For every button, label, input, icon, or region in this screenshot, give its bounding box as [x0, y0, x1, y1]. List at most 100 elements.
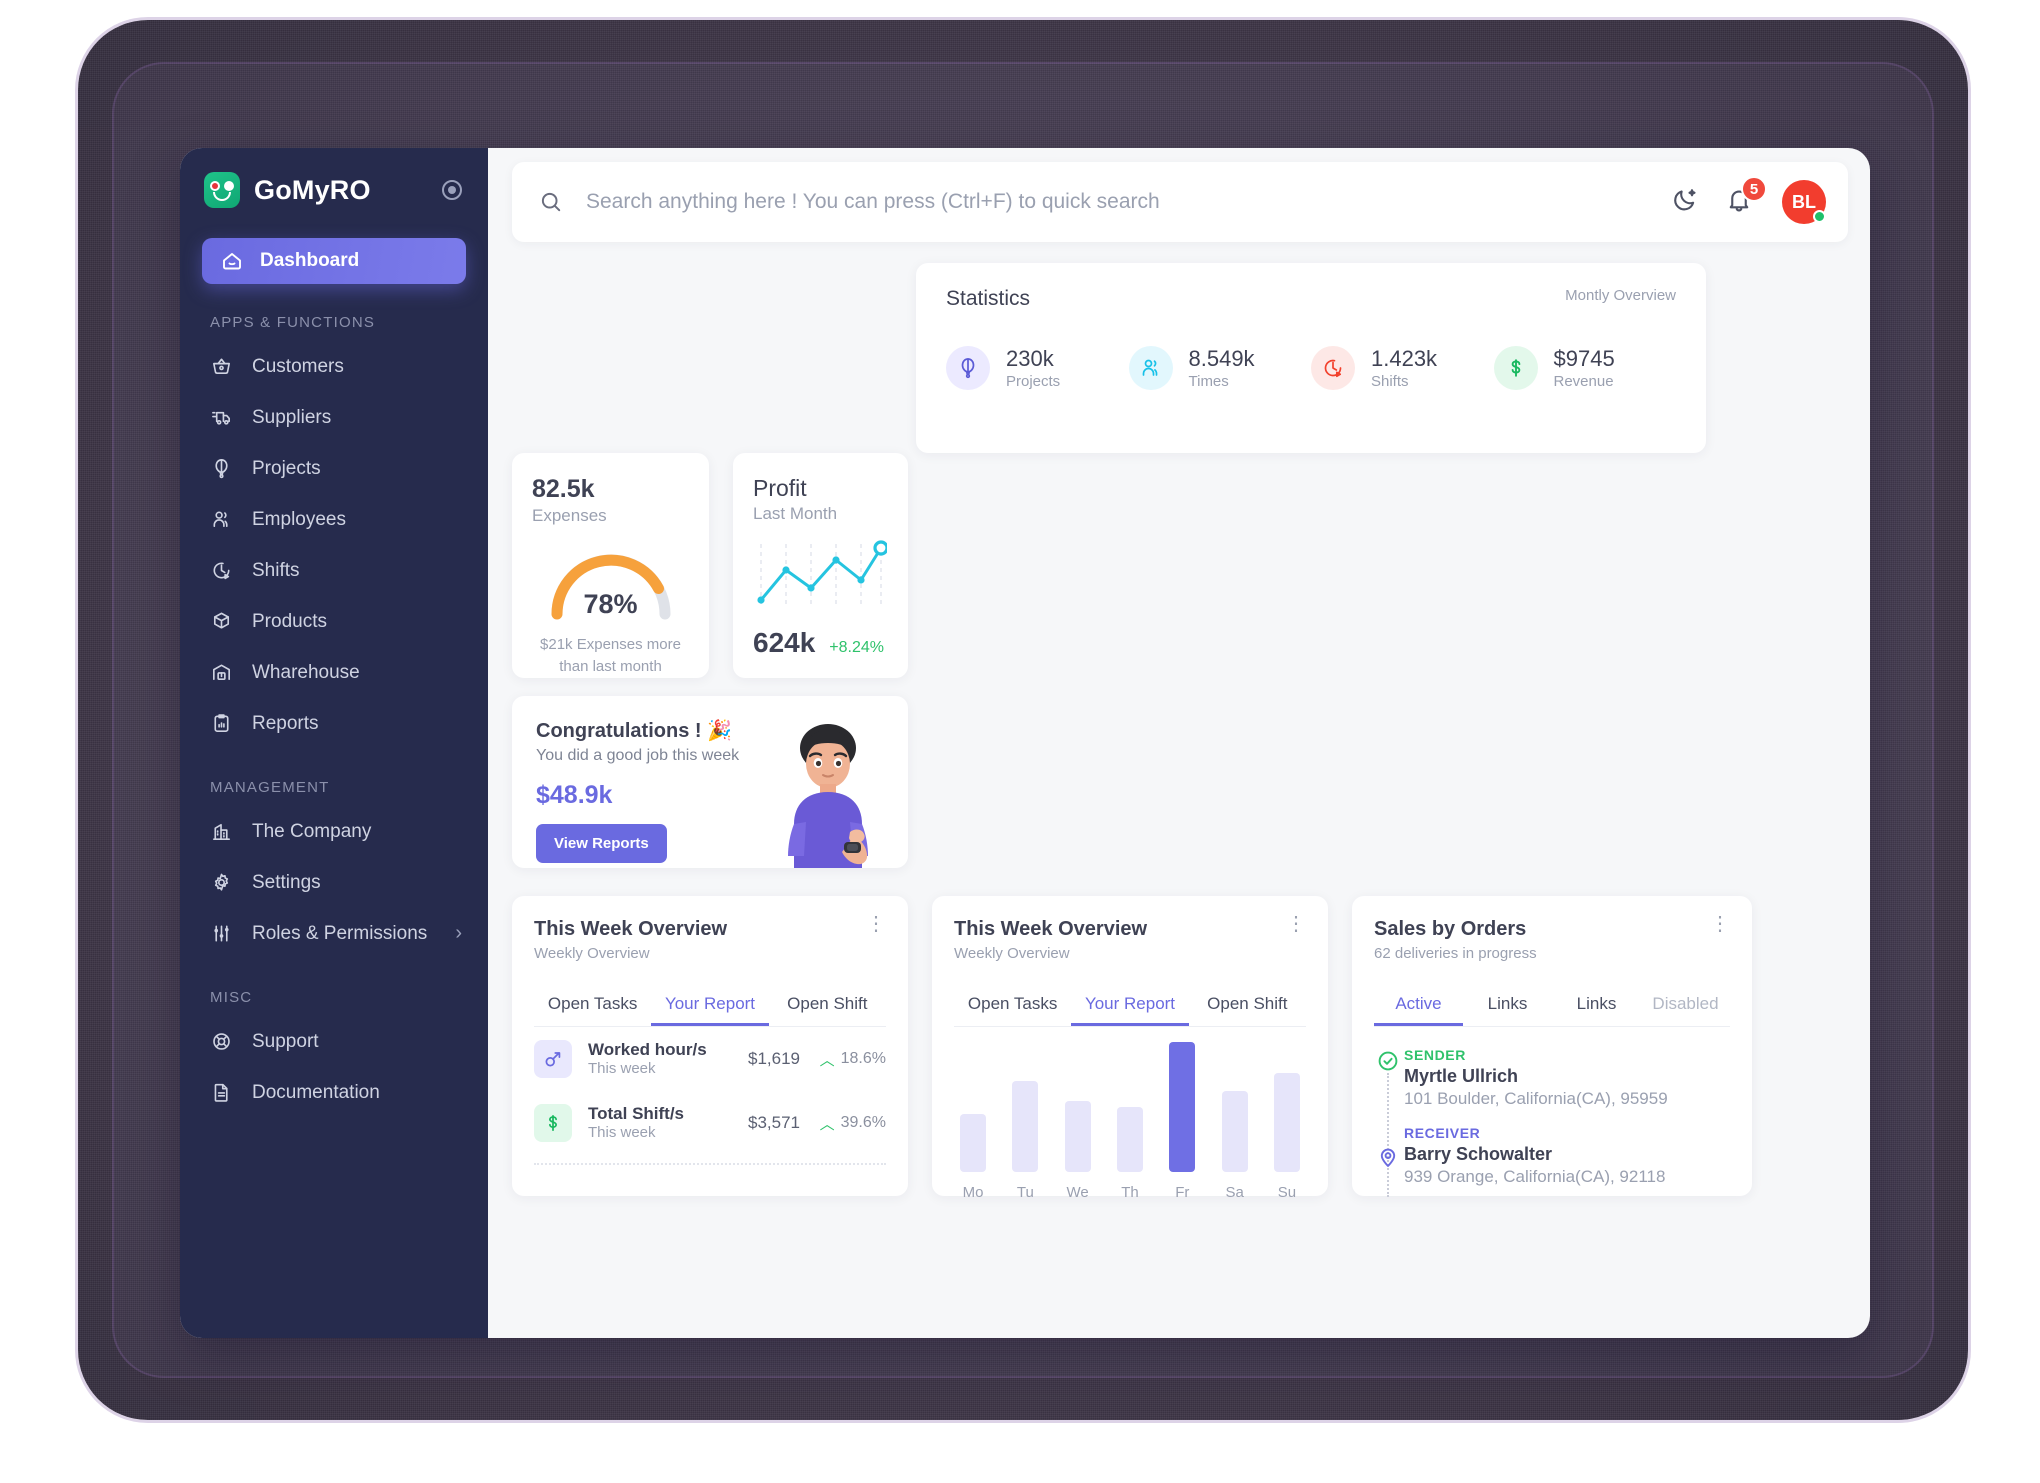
bar-column-su: Su	[1273, 1073, 1300, 1201]
warehouse-icon	[210, 661, 236, 684]
logo-eye-right	[224, 181, 234, 191]
sales-tabs: Active Links Links Disabled	[1374, 984, 1730, 1027]
dollar-icon	[534, 1104, 572, 1142]
expenses-card: 82.5k Expenses 78% $21k Expenses more th…	[512, 453, 709, 678]
shipment-receiver: RECEIVER Barry Schowalter 939 Orange, Ca…	[1404, 1125, 1730, 1187]
tab-open-tasks[interactable]: Open Tasks	[534, 984, 651, 1026]
bar-tu[interactable]	[1012, 1081, 1039, 1172]
sidebar-item-documentation-label: Documentation	[252, 1081, 380, 1103]
tab-your-report[interactable]: Your Report	[1071, 984, 1188, 1026]
stat-shifts-value: 1.423k	[1371, 346, 1438, 371]
profit-sparkline	[753, 538, 889, 615]
list-item: Total Shift/s This week $3,571 ︿ 39.6%	[534, 1091, 886, 1155]
sidebar-item-documentation[interactable]: Documentation	[180, 1067, 488, 1118]
chevron-right-icon: ›	[455, 922, 462, 944]
list-item-trend: ︿ 39.6%	[800, 1113, 886, 1134]
week-chart-tabs: Open Tasks Your Report Open Shift	[954, 984, 1306, 1027]
check-circle-icon	[1376, 1049, 1400, 1073]
sidebar-item-settings[interactable]: Settings	[180, 857, 488, 908]
stat-shifts: 1.423k Shifts	[1311, 345, 1494, 391]
week-report-card: This Week Overview Weekly Overview ⋮ Ope…	[512, 896, 908, 1196]
clipboard-chart-icon	[210, 712, 236, 735]
bar-column-we: We	[1064, 1100, 1091, 1201]
sidebar: GoMyRO Dashboard APPS & FUNCTIONS Custom…	[180, 148, 488, 1338]
stat-times-label: Times	[1188, 372, 1229, 390]
main-content: 5 BL Statistics Montly Overview	[488, 148, 1870, 1338]
statistics-title: Statistics	[946, 287, 1031, 310]
sidebar-item-products[interactable]: Products	[180, 596, 488, 647]
sidebar-item-dashboard[interactable]: Dashboard	[202, 238, 466, 284]
tab-open-shift[interactable]: Open Shift	[769, 984, 886, 1026]
stat-shifts-label: Shifts	[1371, 372, 1409, 390]
sidebar-item-roles-permissions-label: Roles & Permissions	[252, 922, 428, 944]
bar-we[interactable]	[1064, 1100, 1091, 1172]
shipment-rail	[1374, 1047, 1404, 1203]
arrow-up-icon: ︿	[819, 1051, 835, 1069]
sidebar-item-wharehouse-label: Wharehouse	[252, 661, 360, 683]
collapse-toggle-icon[interactable]	[442, 180, 462, 200]
sales-title: Sales by Orders	[1374, 918, 1527, 940]
list-item-title: Worked hour/s	[588, 1040, 707, 1059]
list-item-trend: ︿ 18.6%	[800, 1049, 886, 1070]
search-input[interactable]	[586, 190, 1670, 214]
moon-icon[interactable]	[1670, 185, 1704, 219]
bar-sa[interactable]	[1221, 1091, 1248, 1172]
tab-links-1[interactable]: Links	[1463, 984, 1552, 1026]
profit-title: Profit	[753, 475, 807, 501]
sidebar-item-shifts[interactable]: Shifts	[180, 545, 488, 596]
logo-smile	[213, 192, 231, 201]
bar-th[interactable]	[1116, 1107, 1143, 1172]
bar-mo[interactable]	[960, 1113, 986, 1172]
sidebar-item-employees[interactable]: Employees	[180, 494, 488, 545]
sidebar-item-wharehouse[interactable]: Wharehouse	[180, 647, 488, 698]
sidebar-item-customers[interactable]: Customers	[180, 341, 488, 392]
sidebar-item-the-company[interactable]: The Company	[180, 806, 488, 857]
profit-value: 624k	[753, 627, 816, 658]
search-icon	[538, 189, 564, 215]
bar-label-tu: Tu	[1016, 1184, 1034, 1201]
week-chart-subtitle: Weekly Overview	[954, 945, 1070, 962]
sidebar-item-roles-permissions[interactable]: Roles & Permissions ›	[180, 908, 488, 959]
week-chart-card: This Week Overview Weekly Overview ⋮ Ope…	[932, 896, 1328, 1201]
bar-label-fr: Fr	[1175, 1184, 1190, 1201]
bar-fr[interactable]	[1169, 1042, 1196, 1172]
tab-links-2[interactable]: Links	[1552, 984, 1641, 1026]
bar-column-sa: Sa	[1221, 1091, 1248, 1201]
shipment-receiver-address: 939 Orange, California(CA), 92118	[1404, 1167, 1666, 1186]
tab-disabled[interactable]: Disabled	[1641, 984, 1730, 1026]
app-window: GoMyRO Dashboard APPS & FUNCTIONS Custom…	[180, 148, 1870, 1338]
tab-open-shift[interactable]: Open Shift	[1189, 984, 1306, 1026]
balloon-icon	[946, 345, 990, 390]
avatar[interactable]: BL	[1782, 180, 1826, 224]
brand: GoMyRO	[180, 148, 488, 232]
statistics-items: 230k Projects 8.549k Times 1.423k Shifts…	[946, 345, 1676, 391]
expenses-gauge: 78%	[543, 542, 679, 620]
stat-times: 8.549k Times	[1128, 345, 1312, 391]
list-item-amount: $3,571	[748, 1113, 800, 1132]
sidebar-item-suppliers[interactable]: Suppliers	[180, 392, 488, 443]
sidebar-item-customers-label: Customers	[252, 355, 344, 377]
sidebar-item-reports[interactable]: Reports	[180, 698, 488, 749]
sidebar-item-the-company-label: The Company	[252, 820, 372, 842]
tab-active[interactable]: Active	[1374, 984, 1463, 1026]
kebab-menu-icon[interactable]: ⋮	[1286, 914, 1306, 934]
view-reports-button[interactable]: View Reports	[536, 824, 667, 863]
expenses-gauge-percent: 78%	[583, 589, 638, 619]
bar-column-mo: Mo	[960, 1113, 986, 1201]
kebab-menu-icon[interactable]: ⋮	[1710, 914, 1730, 934]
list-divider	[534, 1163, 886, 1165]
sidebar-item-projects[interactable]: Projects	[180, 443, 488, 494]
sidebar-item-support[interactable]: Support	[180, 1016, 488, 1067]
sidebar-item-products-label: Products	[252, 610, 327, 632]
kebab-menu-icon[interactable]: ⋮	[866, 914, 886, 934]
list-item: Worked hour/s This week $1,619 ︿ 18.6%	[534, 1027, 886, 1091]
tab-open-tasks[interactable]: Open Tasks	[954, 984, 1071, 1026]
dollar-icon	[1493, 345, 1538, 390]
tab-your-report[interactable]: Your Report	[651, 984, 768, 1026]
stat-revenue-value: $9745	[1553, 346, 1615, 371]
bell-icon[interactable]: 5	[1724, 176, 1767, 219]
stat-projects-value: 230k	[1006, 346, 1054, 371]
bar-su[interactable]	[1273, 1073, 1300, 1172]
bar-label-su: Su	[1277, 1184, 1297, 1201]
list-item-subtitle: This week	[588, 1124, 656, 1141]
